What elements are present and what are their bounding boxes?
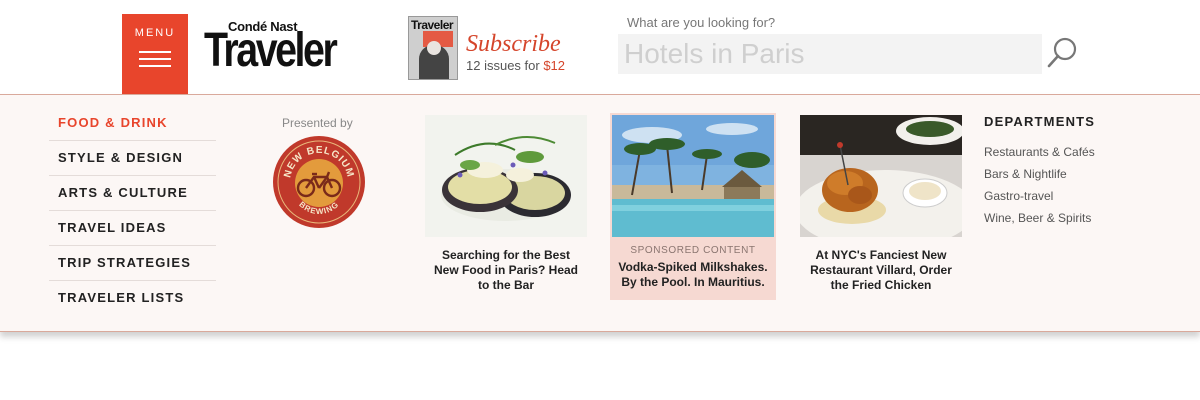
subscribe-promo[interactable]: Subscribe 12 issues for $12 <box>466 30 565 73</box>
article-card[interactable]: At NYC's Fanciest New Restaurant Villard… <box>800 115 962 293</box>
nav-item-arts-culture[interactable]: ARTS & CULTURE <box>49 176 216 211</box>
menu-label: MENU <box>134 27 176 39</box>
dept-link-wine-beer-spirits[interactable]: Wine, Beer & Spirits <box>984 207 1184 229</box>
magazine-cover-title: Traveler <box>411 18 454 32</box>
dept-link-gastro-travel[interactable]: Gastro-travel <box>984 185 1184 207</box>
dept-link-restaurants-cafes[interactable]: Restaurants & Cafés <box>984 141 1184 163</box>
article-card[interactable]: Searching for the Best New Food in Paris… <box>425 115 587 293</box>
subscribe-price: $12 <box>543 58 566 73</box>
magazine-cover-image[interactable]: Traveler <box>408 16 458 80</box>
category-nav: FOOD & DRINK STYLE & DESIGN ARTS & CULTU… <box>49 106 216 316</box>
departments-list: DEPARTMENTS Restaurants & Cafés Bars & N… <box>984 114 1184 229</box>
nav-item-style-design[interactable]: STYLE & DESIGN <box>49 141 216 176</box>
hamburger-icon <box>139 51 171 69</box>
subscribe-offer: 12 issues for $12 <box>466 58 565 73</box>
dept-link-bars-nightlife[interactable]: Bars & Nightlife <box>984 163 1184 185</box>
menu-dropdown-panel: FOOD & DRINK STYLE & DESIGN ARTS & CULTU… <box>0 94 1200 332</box>
site-header: MENU Condé Nast Traveler Traveler Subscr… <box>0 0 1200 94</box>
nav-item-food-drink[interactable]: FOOD & DRINK <box>49 106 216 141</box>
article-thumbnail-food <box>425 115 587 237</box>
sponsor-logo[interactable]: NEW BELGIUM BREWING <box>272 135 366 229</box>
logo-wordmark: Traveler <box>204 24 338 77</box>
departments-title: DEPARTMENTS <box>984 114 1096 129</box>
article-title: At NYC's Fanciest New Restaurant Villard… <box>810 248 952 292</box>
nav-item-travel-ideas[interactable]: TRAVEL IDEAS <box>49 211 216 246</box>
nav-item-trip-strategies[interactable]: TRIP STRATEGIES <box>49 246 216 281</box>
search-input[interactable] <box>618 34 1042 74</box>
nav-item-traveler-lists[interactable]: TRAVELER LISTS <box>49 281 216 316</box>
presented-by-label: Presented by <box>282 116 353 130</box>
search-icon[interactable] <box>1046 36 1080 70</box>
sponsored-article-card[interactable]: SPONSORED CONTENT Vodka-Spiked Milkshake… <box>610 113 776 300</box>
article-thumbnail-pool <box>612 115 774 237</box>
site-logo[interactable]: Condé Nast Traveler <box>204 16 354 80</box>
search-label: What are you looking for? <box>627 15 776 30</box>
article-title: Searching for the Best New Food in Paris… <box>433 248 579 292</box>
sponsored-content-tag: SPONSORED CONTENT <box>630 245 756 256</box>
subscribe-offer-text: 12 issues for <box>466 58 540 73</box>
article-title: Vodka-Spiked Milkshakes. By the Pool. In… <box>618 260 768 289</box>
article-thumbnail-fried-chicken <box>800 115 962 237</box>
subscribe-title: Subscribe <box>466 31 561 57</box>
menu-button[interactable]: MENU <box>122 14 188 94</box>
